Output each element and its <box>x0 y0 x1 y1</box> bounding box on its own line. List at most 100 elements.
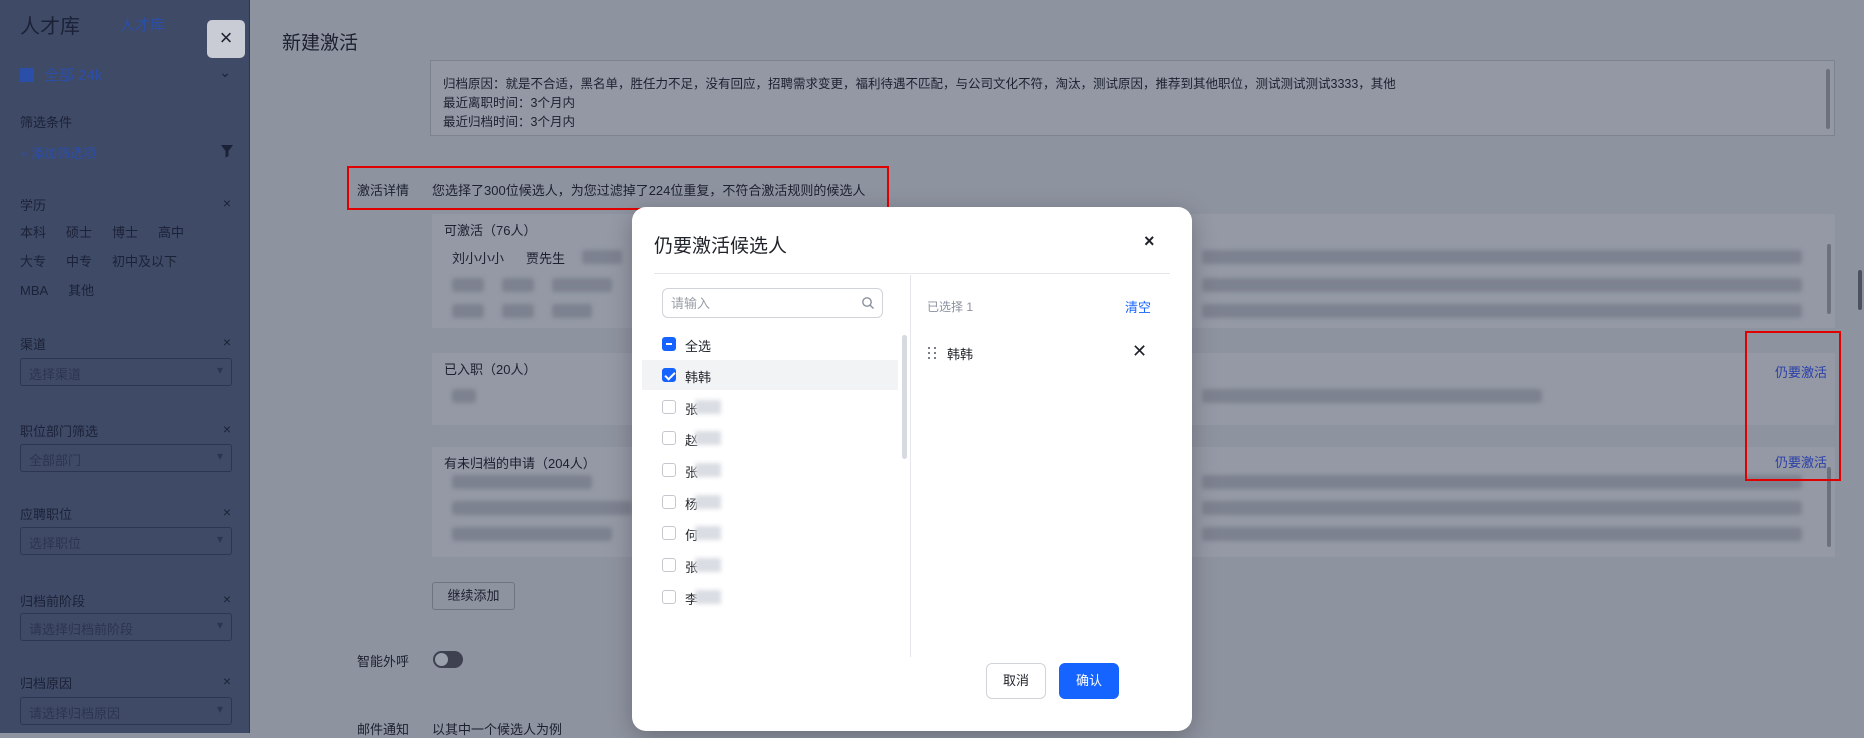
search-field <box>662 288 883 318</box>
filter-heading: 筛选条件 <box>20 115 73 130</box>
masked-name <box>695 590 721 604</box>
archive-stage-select[interactable]: 请选择归档前阶段 <box>20 613 232 641</box>
close-icon[interactable]: × <box>223 504 231 520</box>
select-all-checkbox[interactable] <box>662 337 676 351</box>
remove-selected-icon[interactable]: ✕ <box>1132 341 1147 362</box>
close-icon[interactable]: × <box>223 591 231 607</box>
drawer-close-button[interactable]: × <box>207 20 245 58</box>
masked-name <box>452 389 476 403</box>
education-option[interactable]: 中专 <box>66 251 92 270</box>
candidate-row[interactable]: 何 <box>642 518 898 548</box>
archive-reason-label: 归档原因 <box>20 676 73 691</box>
candidate-row[interactable]: 张 <box>642 550 898 580</box>
masked-name <box>452 304 484 318</box>
channel-label: 渠道 <box>20 337 47 352</box>
clear-selection-button[interactable]: 清空 <box>1125 297 1151 316</box>
candidate-row[interactable]: 杨 <box>642 487 898 517</box>
chevron-down-icon[interactable]: ⌄ <box>219 64 231 81</box>
annotation-box <box>1745 331 1841 481</box>
candidate-checkbox[interactable] <box>662 558 676 572</box>
close-icon[interactable]: × <box>223 673 231 689</box>
add-filter-button[interactable]: + 添加筛选项 <box>20 143 96 162</box>
education-option[interactable]: 大专 <box>20 251 46 270</box>
candidate-row[interactable]: 赵 <box>642 423 898 453</box>
email-notify-hint: 以其中一个候选人为例 <box>432 722 563 737</box>
list-scrollbar[interactable] <box>902 335 907 459</box>
page-scrollbar[interactable] <box>1858 270 1862 310</box>
candidate-checkbox[interactable] <box>662 431 676 445</box>
masked-name <box>552 278 612 292</box>
candidate-list: 全选 韩韩 张 赵 张 杨 何 张 李 <box>642 329 904 657</box>
candidate-checkbox[interactable] <box>662 368 676 382</box>
education-option[interactable]: 其他 <box>68 280 94 299</box>
candidate-row[interactable]: 李 <box>642 582 898 612</box>
candidate-row[interactable]: 张 <box>642 392 898 422</box>
masked-name <box>695 495 721 509</box>
select-all-row[interactable]: 全选 <box>642 329 898 359</box>
masked-name <box>452 278 484 292</box>
candidate-checkbox[interactable] <box>662 400 676 414</box>
search-icon <box>862 297 874 309</box>
masked-names <box>452 501 632 515</box>
section-header: 可激活（76人） <box>444 223 537 238</box>
force-activate-modal: 仍要激活候选人 × 全选 韩韩 张 赵 张 <box>632 207 1192 731</box>
smart-call-label: 智能外呼 <box>357 654 410 669</box>
close-icon[interactable]: × <box>1144 231 1155 252</box>
cancel-button[interactable]: 取消 <box>986 663 1046 699</box>
position-select[interactable]: 选择职位 <box>20 527 232 555</box>
channel-select[interactable]: 选择渠道 <box>20 358 232 386</box>
department-label: 职位部门筛选 <box>20 424 99 439</box>
candidate-name: 韩韩 <box>685 370 712 385</box>
masked-names <box>1202 501 1802 515</box>
masked-name <box>552 304 592 318</box>
continue-add-button[interactable]: 继续添加 <box>432 582 515 610</box>
education-option[interactable]: 硕士 <box>66 222 92 241</box>
candidate-checkbox[interactable] <box>662 526 676 540</box>
close-icon[interactable]: × <box>223 334 231 350</box>
masked-names <box>1202 250 1802 264</box>
select-all-label: 全选 <box>685 339 712 354</box>
department-select[interactable]: 全部部门 <box>20 444 232 472</box>
archive-reason-line: 归档原因：就是不合适，黑名单，胜任力不足，没有回应，招聘需求变更，福利待遇不匹配… <box>443 77 1396 91</box>
selected-count: 已选择 1 <box>927 300 974 314</box>
activation-detail-text: 您选择了300位候选人，为您过滤掉了224位重复，不符合激活规则的候选人 <box>432 183 866 198</box>
drag-handle-icon[interactable] <box>928 347 938 361</box>
education-option[interactable]: 博士 <box>112 222 138 241</box>
candidate-checkbox[interactable] <box>662 590 676 604</box>
sidebar-tab-talent-pool[interactable]: 人才库 <box>120 14 165 35</box>
archive-reason-select[interactable]: 请选择归档原因 <box>20 697 232 725</box>
education-option[interactable]: 高中 <box>158 222 184 241</box>
page-title: 新建激活 <box>282 33 359 54</box>
section-header: 有未归档的申请（204人） <box>444 456 596 471</box>
masked-name <box>502 304 534 318</box>
candidate-checkbox[interactable] <box>662 495 676 509</box>
education-options: 本科 硕士 博士 高中大专 中专 初中及以下 MBA 其他 <box>20 222 240 309</box>
education-label: 学历 <box>20 198 47 213</box>
archive-stage-label: 归档前阶段 <box>20 594 86 609</box>
masked-names <box>1202 475 1802 489</box>
smart-call-toggle[interactable] <box>433 651 463 668</box>
close-icon[interactable]: × <box>223 421 231 437</box>
confirm-button[interactable]: 确认 <box>1059 663 1119 699</box>
education-option[interactable]: 初中及以下 <box>112 251 177 270</box>
candidate-row[interactable]: 张 <box>642 455 898 485</box>
scrollbar[interactable] <box>1827 244 1831 314</box>
education-option[interactable]: MBA <box>20 283 48 298</box>
funnel-icon[interactable] <box>220 144 234 158</box>
masked-name <box>502 278 534 292</box>
education-option[interactable]: 本科 <box>20 222 46 241</box>
masked-name <box>695 400 721 414</box>
folder-icon <box>20 68 34 82</box>
scrollbar[interactable] <box>1826 69 1830 129</box>
recent-leave-line: 最近离职时间：3个月内 <box>443 96 575 110</box>
activation-detail-label: 激活详情 <box>357 183 410 198</box>
masked-names <box>452 527 612 541</box>
selected-candidate-name: 韩韩 <box>947 347 974 362</box>
masked-names <box>1202 304 1802 318</box>
scope-selector[interactable]: 全部 24k <box>20 64 102 85</box>
candidate-row[interactable]: 韩韩 <box>642 360 898 390</box>
close-icon[interactable]: × <box>223 195 231 211</box>
candidate-checkbox[interactable] <box>662 463 676 477</box>
masked-name <box>695 526 721 540</box>
search-input[interactable] <box>663 289 848 317</box>
